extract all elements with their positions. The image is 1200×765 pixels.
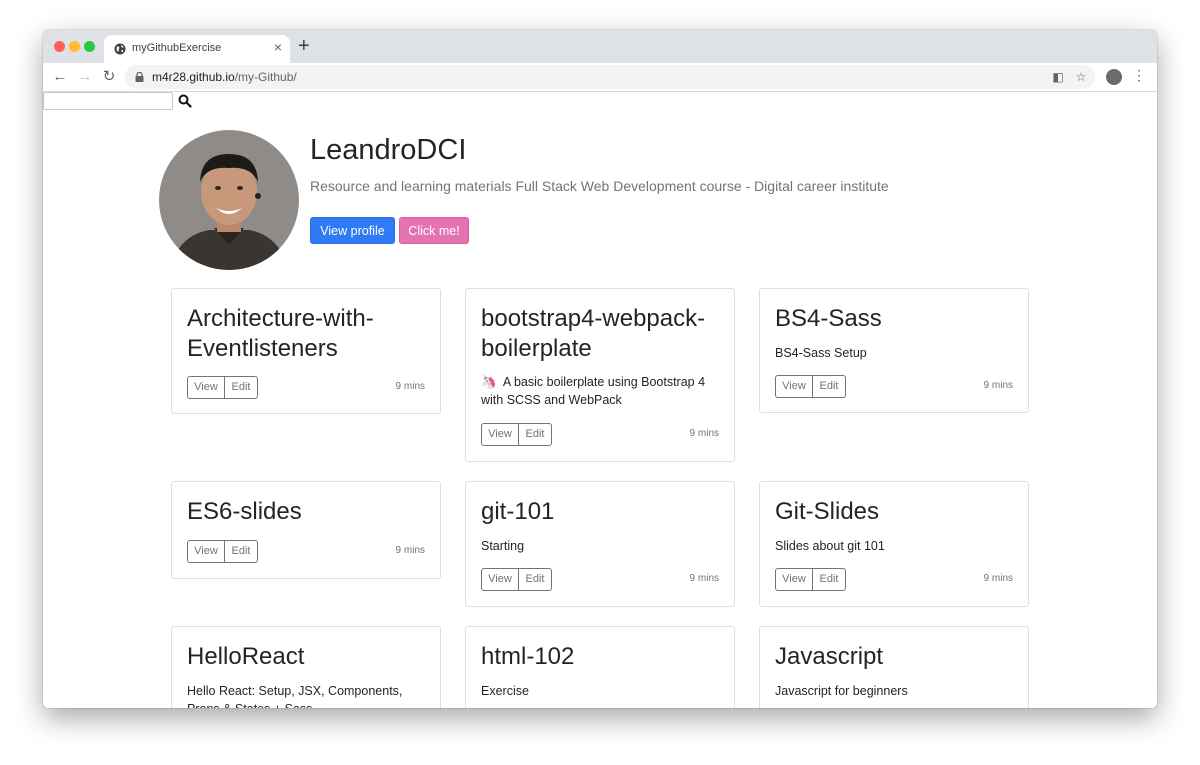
repo-card: HelloReact Hello React: Setup, JSX, Comp… <box>171 626 441 708</box>
card-actions: View Edit <box>187 540 258 563</box>
repo-card: ES6-slides View Edit 9 mins <box>171 481 441 579</box>
view-button[interactable]: View <box>187 376 225 399</box>
card-title: Git-Slides <box>775 498 880 525</box>
card-description: Starting <box>481 539 525 553</box>
close-window-button[interactable] <box>54 41 65 52</box>
edit-button[interactable]: Edit <box>519 423 552 446</box>
search-input[interactable] <box>43 92 173 110</box>
minimize-window-button[interactable] <box>69 41 80 52</box>
page-viewport: LeandroDCI Resource and learning materia… <box>43 92 1157 708</box>
search-icon[interactable] <box>178 94 192 108</box>
profile-description: Resource and learning materials Full Sta… <box>310 178 889 194</box>
repo-card: html-102 Exercise <box>465 626 735 708</box>
card-title: HelloReact <box>187 643 305 670</box>
card-actions: View Edit <box>187 376 258 399</box>
repo-card: git-101 Starting View Edit 9 mins <box>465 481 735 607</box>
edit-button[interactable]: Edit <box>225 376 258 399</box>
new-tab-button[interactable]: + <box>298 36 310 56</box>
card-title: html-102 <box>481 643 575 670</box>
view-profile-button[interactable]: View profile <box>310 217 395 244</box>
bookmark-star-icon[interactable]: ☆ <box>1073 69 1089 85</box>
browser-toolbar: ← → ↻ m4r28.github.io/my-Github/ ◧ ☆ ⋮ <box>43 63 1157 92</box>
read-time: 9 mins <box>689 573 719 584</box>
view-button[interactable]: View <box>187 540 225 563</box>
profile-name: LeandroDCI <box>310 134 467 166</box>
reload-icon[interactable]: ↻ <box>100 68 118 86</box>
read-time: 9 mins <box>395 545 425 556</box>
read-time: 9 mins <box>395 381 425 392</box>
url-host: m4r28.github.io <box>152 70 235 84</box>
card-actions: View Edit <box>481 423 552 446</box>
url-path: /my-Github/ <box>234 70 297 84</box>
card-description: Exercise <box>481 684 529 698</box>
tab-active[interactable]: myGithubExercise × <box>104 35 290 63</box>
card-actions: View Edit <box>775 375 846 398</box>
view-button[interactable]: View <box>481 423 519 446</box>
repo-card: Javascript Javascript for beginners <box>759 626 1029 708</box>
card-description-text: A basic boilerplate using Bootstrap 4 wi… <box>481 375 706 407</box>
lock-icon <box>135 72 144 82</box>
tab-title: myGithubExercise <box>132 42 222 54</box>
back-icon[interactable]: ← <box>51 68 69 86</box>
click-me-button[interactable]: Click me! <box>399 217 469 244</box>
edit-button[interactable]: Edit <box>813 568 846 591</box>
view-button[interactable]: View <box>775 375 813 398</box>
card-description: Javascript for beginners <box>775 684 908 698</box>
profile-avatar <box>159 130 299 270</box>
repo-card: Git-Slides Slides about git 101 View Edi… <box>759 481 1029 607</box>
card-actions: View Edit <box>481 568 552 591</box>
maximize-window-button[interactable] <box>84 41 95 52</box>
read-time: 9 mins <box>983 380 1013 391</box>
forward-icon[interactable]: → <box>76 68 94 86</box>
view-button[interactable]: View <box>481 568 519 591</box>
card-title: bootstrap4-webpack-boilerplate <box>481 305 706 362</box>
card-description: 🦄 A basic boilerplate using Bootstrap 4 … <box>481 373 721 409</box>
edit-button[interactable]: Edit <box>813 375 846 398</box>
edit-button[interactable]: Edit <box>519 568 552 591</box>
read-time: 9 mins <box>689 428 719 439</box>
repo-card: BS4-Sass BS4-Sass Setup View Edit 9 mins <box>759 288 1029 413</box>
tab-close-icon[interactable]: × <box>274 39 282 55</box>
extension-icon[interactable]: ◧ <box>1050 69 1066 85</box>
card-title: ES6-slides <box>187 498 302 525</box>
globe-icon <box>114 43 126 55</box>
repo-card: Architecture-with-Eventlisteners View Ed… <box>171 288 441 414</box>
browser-window: myGithubExercise × + ← → ↻ m4r28.github.… <box>43 30 1157 708</box>
card-title: Architecture-with-Eventlisteners <box>187 305 374 362</box>
edit-button[interactable]: Edit <box>225 540 258 563</box>
card-description: BS4-Sass Setup <box>775 346 867 360</box>
card-title: BS4-Sass <box>775 305 882 332</box>
browser-menu-icon[interactable]: ⋮ <box>1132 67 1146 84</box>
card-description: Hello React: Setup, JSX, Components, Pro… <box>187 684 403 708</box>
url-text: m4r28.github.io/my-Github/ <box>152 70 297 84</box>
card-title: Javascript <box>775 643 884 670</box>
account-avatar[interactable] <box>1106 69 1122 85</box>
tab-strip: myGithubExercise × + <box>43 30 1157 63</box>
card-description: Slides about git 101 <box>775 539 885 553</box>
view-button[interactable]: View <box>775 568 813 591</box>
card-actions: View Edit <box>775 568 846 591</box>
unicorn-emoji: 🦄 <box>481 375 497 389</box>
read-time: 9 mins <box>983 573 1013 584</box>
address-bar[interactable]: m4r28.github.io/my-Github/ ◧ ☆ <box>125 65 1095 89</box>
card-title: git-101 <box>481 498 555 525</box>
repo-card: bootstrap4-webpack-boilerplate 🦄 A basic… <box>465 288 735 462</box>
